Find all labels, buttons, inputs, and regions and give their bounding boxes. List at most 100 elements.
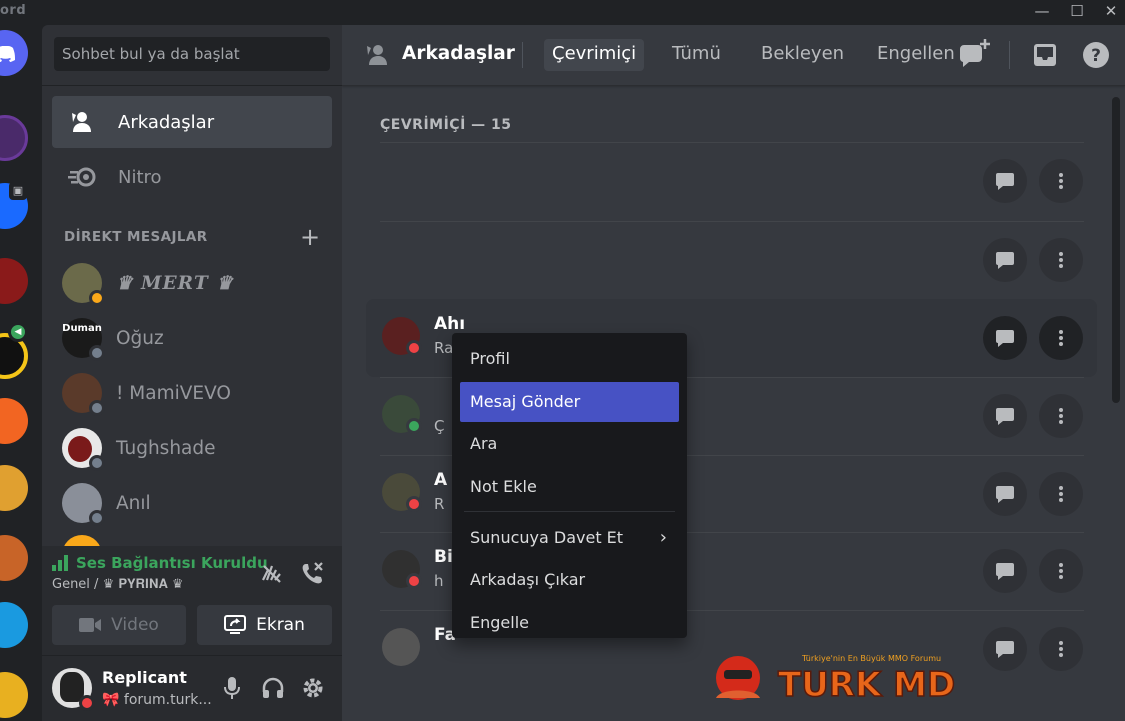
custom-status: 🎀 forum.turk... [102, 692, 212, 708]
server-icon[interactable] [0, 258, 28, 304]
more-options-button[interactable] [1039, 316, 1083, 360]
dm-search-input[interactable]: Sohbet bul ya da başlat [54, 37, 330, 71]
menu-item-remove-friend[interactable]: Arkadaşı Çıkar [460, 560, 679, 600]
friend-status-text: Ç [434, 417, 445, 435]
dm-name: Oğuz [116, 327, 164, 349]
tab-all[interactable]: Tümü [664, 39, 729, 71]
server-icon[interactable] [0, 115, 28, 161]
dm-name: ! MamiVEVO [116, 382, 231, 404]
more-options-button[interactable] [1039, 549, 1083, 593]
menu-item-profile[interactable]: Profil [460, 339, 679, 379]
help-icon[interactable]: ? [1082, 41, 1110, 73]
message-button[interactable] [983, 627, 1027, 671]
message-button[interactable] [983, 394, 1027, 438]
kebab-menu-icon [1059, 408, 1063, 424]
divider [380, 221, 1084, 222]
kebab-menu-icon [1059, 641, 1063, 657]
chat-bubble-icon [996, 408, 1014, 425]
menu-item-add-note[interactable]: Not Ekle [460, 467, 679, 507]
menu-item-block[interactable]: Engelle [460, 603, 679, 643]
channel-sidebar: Sohbet bul ya da başlat Arkadaşlar Nitro… [42, 25, 342, 721]
nav-friends[interactable]: Arkadaşlar [52, 96, 332, 148]
video-button[interactable]: Video [52, 605, 186, 645]
status-offline-icon [89, 510, 105, 526]
dm-item[interactable]: Tughshade [52, 423, 332, 473]
screen-label: Ekran [256, 615, 305, 635]
dm-section-header: DİREKT MESAJLAR [64, 229, 208, 245]
more-options-button[interactable] [1039, 238, 1083, 282]
inbox-icon[interactable] [1032, 42, 1058, 72]
dm-item[interactable]: Duman Oğuz [52, 313, 332, 363]
avatar [62, 373, 105, 416]
friend-name: Bi [434, 547, 453, 567]
disconnect-icon[interactable] [300, 560, 326, 590]
status-offline-icon [89, 455, 105, 471]
tab-blocked[interactable]: Engellen [869, 39, 963, 71]
server-list: ▣ ◀ [0, 25, 42, 721]
minimize-button[interactable]: — [1028, 0, 1056, 24]
tab-pending[interactable]: Bekleyen [753, 39, 852, 71]
user-avatar[interactable] [52, 668, 95, 711]
tab-online[interactable]: Çevrimiçi [544, 39, 645, 71]
message-button[interactable] [983, 159, 1027, 203]
scrollbar[interactable] [1112, 97, 1120, 403]
kebab-menu-icon [1059, 252, 1063, 268]
home-button[interactable] [0, 30, 28, 76]
menu-item-call[interactable]: Ara [460, 424, 679, 464]
close-button[interactable]: ✕ [1097, 0, 1125, 24]
menu-divider [464, 510, 675, 512]
voice-status[interactable]: Ses Bağlantısı Kuruldu [52, 554, 268, 572]
message-button[interactable] [983, 238, 1027, 282]
message-button[interactable] [983, 316, 1027, 360]
mic-icon[interactable] [223, 676, 241, 704]
context-menu: Profil Mesaj Gönder Ara Not Ekle Sunucuy… [452, 333, 687, 638]
chat-bubble-icon [996, 641, 1014, 658]
menu-item-invite-to-server[interactable]: Sunucuya Davet Et › [460, 518, 679, 558]
server-icon[interactable] [0, 535, 28, 581]
watermark-logo: Türkiye'nin En Büyük MMO Forumu TURK MD [706, 648, 962, 706]
status-offline-icon [89, 345, 105, 361]
settings-gear-icon[interactable] [301, 676, 325, 704]
chat-bubble-icon [996, 486, 1014, 503]
more-options-button[interactable] [1039, 159, 1083, 203]
message-button[interactable] [983, 472, 1027, 516]
message-button[interactable] [983, 549, 1027, 593]
event-icon: ▣ [9, 182, 27, 200]
friend-row[interactable] [366, 221, 1097, 299]
friends-icon [364, 43, 392, 71]
noise-suppression-icon[interactable] [260, 562, 284, 590]
chat-bubble-icon [996, 330, 1014, 347]
maximize-button[interactable]: ☐ [1063, 0, 1091, 24]
more-options-button[interactable] [1039, 472, 1083, 516]
server-icon[interactable] [0, 398, 28, 444]
screen-share-button[interactable]: Ekran [197, 605, 332, 645]
dm-item[interactable]: Anıl [52, 478, 332, 528]
new-group-dm-icon[interactable] [958, 39, 992, 75]
kebab-menu-icon [1059, 486, 1063, 502]
avatar [62, 483, 105, 526]
online-count-header: ÇEVRİMİÇİ — 15 [380, 117, 512, 133]
chevron-right-icon: › [659, 526, 667, 548]
friends-topbar: Arkadaşlar Çevrimiçi Tümü Bekleyen Engel… [342, 25, 1125, 86]
friend-name: Ahı [434, 314, 466, 334]
menu-item-send-message[interactable]: Mesaj Gönder [460, 381, 679, 422]
status-offline-icon [89, 400, 105, 416]
friend-name: A [434, 470, 448, 490]
divider [1009, 41, 1010, 69]
headphones-icon[interactable] [261, 676, 285, 704]
nav-nitro[interactable]: Nitro [52, 151, 332, 203]
friend-row[interactable] [366, 142, 1097, 220]
dm-item[interactable]: ! MamiVEVO [52, 368, 332, 418]
nitro-icon [68, 164, 98, 190]
avatar-text: Duman [62, 323, 102, 334]
more-options-button[interactable] [1039, 394, 1083, 438]
voice-channel[interactable]: Genel / ♛ 𝐏𝐘𝐑𝐈𝐍𝐀 ♛ [52, 577, 184, 592]
more-options-button[interactable] [1039, 627, 1083, 671]
server-icon[interactable] [0, 602, 28, 648]
create-dm-button[interactable]: + [300, 223, 320, 251]
server-icon[interactable] [0, 672, 28, 718]
server-icon[interactable] [0, 465, 28, 511]
dm-item[interactable]: ♛ 𝑴𝑬𝑹𝑻 ♛ [52, 258, 332, 308]
voice-panel: Ses Bağlantısı Kuruldu Genel / ♛ 𝐏𝐘𝐑𝐈𝐍𝐀 … [42, 546, 342, 656]
kebab-menu-icon [1059, 563, 1063, 579]
